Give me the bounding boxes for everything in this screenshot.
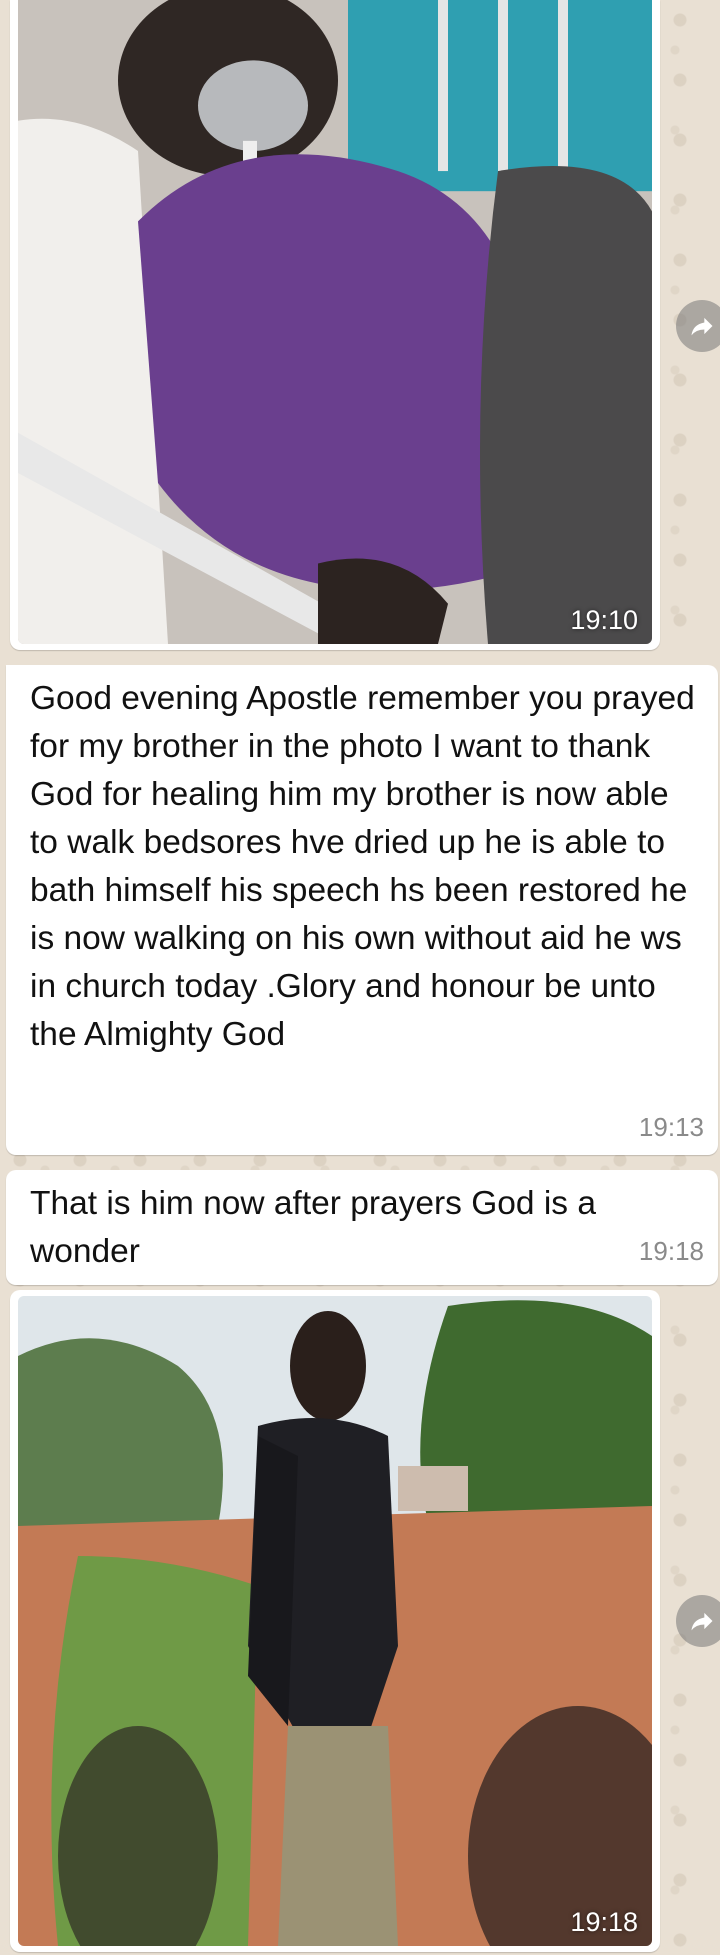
forward-button[interactable] bbox=[676, 300, 720, 352]
forward-button[interactable] bbox=[676, 1595, 720, 1647]
message-time: 19:13 bbox=[638, 1112, 704, 1142]
text-message[interactable]: That is him now after prayers God is a w… bbox=[6, 1170, 718, 1285]
message-text: Good evening Apostle remember you prayed… bbox=[30, 680, 695, 1053]
message-time: 19:18 bbox=[638, 1236, 704, 1266]
forward-arrow-icon bbox=[691, 317, 713, 336]
outdoor-photo-image bbox=[18, 1296, 652, 1946]
hospital-photo[interactable] bbox=[18, 0, 652, 644]
text-message[interactable]: Good evening Apostle remember you prayed… bbox=[6, 665, 718, 1155]
image-message[interactable]: 19:18 bbox=[10, 1290, 660, 1952]
message-time: 19:10 bbox=[570, 605, 638, 635]
message-time: 19:18 bbox=[570, 1907, 638, 1937]
outdoor-photo[interactable] bbox=[18, 1296, 652, 1946]
forward-arrow-icon bbox=[691, 1612, 713, 1631]
image-message[interactable]: 19:10 bbox=[10, 0, 660, 650]
message-text: That is him now after prayers God is a w… bbox=[30, 1185, 596, 1270]
hospital-photo-image bbox=[18, 0, 652, 644]
